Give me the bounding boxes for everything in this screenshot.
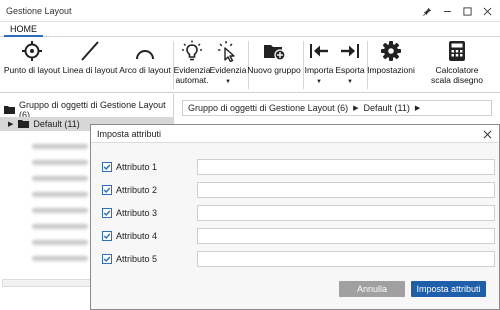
gear-icon [380,37,402,65]
attribute-row-1: Attributo 1 [101,159,495,175]
breadcrumb-arrow-icon[interactable]: ▶ [353,104,358,112]
close-window-button[interactable] [478,3,496,19]
tree-item-blurred[interactable] [32,224,88,229]
set-attributes-button[interactable]: Imposta attributi [411,281,486,297]
pin-icon[interactable] [418,3,436,19]
cancel-button[interactable]: Annulla [339,281,405,297]
tree-item-default-label: Default (11) [33,119,80,129]
attribute-5-label: Attributo 5 [116,254,158,264]
layout-arc-label: Arco di layout [119,65,171,75]
tree-item-blurred[interactable] [32,240,88,245]
attribute-2-field[interactable] [197,182,495,198]
set-attributes-dialog: Imposta attributi Attributo 1 Attributo … [90,124,500,310]
breadcrumb-item[interactable]: Default (11) [364,103,410,113]
tree-item-blurred[interactable] [32,160,88,165]
dialog-title: Imposta attributi [97,129,162,139]
auto-highlight-button[interactable]: Evidenzia automat. [171,37,213,93]
breadcrumb-group[interactable]: Gruppo di oggetti di Gestione Layout (6) [188,103,348,113]
auto-highlight-label: Evidenzia automat. [173,65,211,85]
import-arrow-icon [308,37,330,65]
tree-item-blurred[interactable] [32,256,88,261]
attribute-5-checkbox[interactable] [102,254,112,264]
drawing-scale-calculator-button[interactable]: Calcolatore scala disegno [416,37,498,93]
export-label: Esporta [335,65,365,75]
attribute-1-label: Attributo 1 [116,162,158,172]
settings-label: Impostazioni [367,65,415,75]
folder-add-icon [262,37,286,65]
new-group-button[interactable]: Nuovo gruppo [246,37,302,93]
expand-arrow-icon[interactable]: ▶ [8,120,13,128]
tree-item-blurred[interactable] [32,144,88,149]
minimize-button[interactable] [438,3,456,19]
export-arrow-icon [339,37,361,65]
folder-icon [4,105,15,116]
export-button[interactable]: Esporta ▼ [334,37,366,93]
tab-home[interactable]: HOME [4,22,43,37]
layout-point-button[interactable]: Punto di layout [2,37,62,93]
settings-button[interactable]: Impostazioni [366,37,416,93]
chevron-down-icon[interactable]: ▼ [316,79,322,85]
attribute-2-label: Attributo 2 [116,185,158,195]
attribute-4-label: Attributo 4 [116,231,158,241]
lightbulb-icon [181,37,203,65]
attribute-row-3: Attributo 3 [101,205,495,221]
line-icon [79,37,101,65]
tree-item-blurred[interactable] [32,192,88,197]
drawing-scale-calculator-label: Calcolatore scala disegno [431,65,483,85]
attribute-2-checkbox[interactable] [102,185,112,195]
attribute-1-checkbox[interactable] [102,162,112,172]
layout-line-label: Linea di layout [62,65,118,75]
new-group-label: Nuovo gruppo [247,65,301,75]
import-label: Importa [304,65,334,75]
highlight-button[interactable]: Evidenzia ▼ [208,37,248,93]
attribute-1-field[interactable] [197,159,495,175]
attribute-3-field[interactable] [197,205,495,221]
folder-icon [18,119,30,130]
attribute-3-label: Attributo 3 [116,208,158,218]
breadcrumb-arrow-icon[interactable]: ▶ [415,104,420,112]
ribbon-toolbar: Punto di layout Linea di layout Arco di … [0,37,500,93]
chevron-down-icon[interactable]: ▼ [225,79,231,85]
target-icon [21,37,43,65]
layout-arc-button[interactable]: Arco di layout [118,37,172,93]
ribbon-tab-bar: HOME [0,22,500,37]
title-bar: Gestione Layout [0,0,500,22]
attribute-3-checkbox[interactable] [102,208,112,218]
attribute-row-2: Attributo 2 [101,182,495,198]
attribute-row-4: Attributo 4 [101,228,495,244]
maximize-button[interactable] [458,3,476,19]
dialog-title-bar: Imposta attributi [91,125,499,143]
attribute-row-5: Attributo 5 [101,251,495,267]
calculator-icon [448,37,466,65]
arc-icon [134,37,156,65]
window-title: Gestione Layout [6,6,72,16]
attribute-4-checkbox[interactable] [102,231,112,241]
import-button[interactable]: Importa ▼ [303,37,335,93]
highlight-label: Evidenzia [209,65,247,75]
breadcrumb: Gruppo di oggetti di Gestione Layout (6)… [182,100,492,116]
attribute-4-field[interactable] [197,228,495,244]
close-icon[interactable] [479,126,495,142]
attribute-5-field[interactable] [197,251,495,267]
chevron-down-icon[interactable]: ▼ [347,79,353,85]
layout-line-button[interactable]: Linea di layout [61,37,119,93]
layout-point-label: Punto di layout [3,65,61,75]
cursor-highlight-icon [217,37,239,65]
tree-item-blurred[interactable] [32,208,88,213]
tree-item-blurred[interactable] [32,176,88,181]
